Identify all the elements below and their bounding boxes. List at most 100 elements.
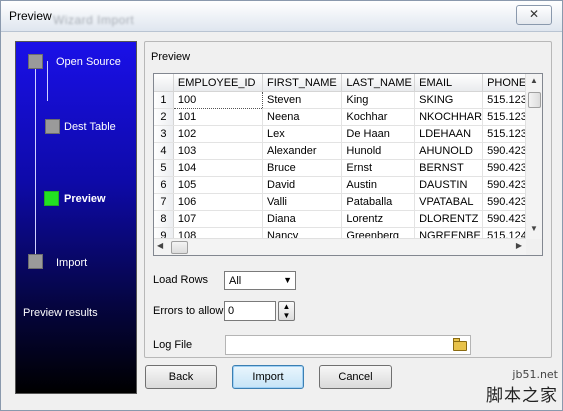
wizard-dialog: Preview Wizard Import ✕ Open Source Dest…: [0, 0, 563, 411]
table-header-row: EMPLOYEE_ID FIRST_NAME LAST_NAME EMAIL P…: [154, 74, 542, 92]
step-import-label: Import: [56, 257, 88, 269]
table-cell[interactable]: Hunold: [341, 142, 416, 160]
spin-up-icon[interactable]: ▲: [283, 302, 291, 311]
row-number: 3: [154, 125, 174, 143]
step-open-source-indicator: [28, 54, 43, 69]
window-title: Preview: [9, 9, 52, 23]
row-number-header: [154, 74, 174, 92]
table-cell[interactable]: 105: [173, 176, 264, 194]
table-row[interactable]: 5 104 Bruce Ernst BERNST 590.423: [154, 159, 542, 177]
table-row[interactable]: 6 105 David Austin DAUSTIN 590.423: [154, 176, 542, 194]
chevron-down-icon: ▼: [283, 275, 292, 285]
log-file-label: Log File: [153, 339, 193, 351]
errors-spinner-button[interactable]: ▲ ▼: [278, 301, 295, 321]
row-number: 6: [154, 176, 174, 194]
table-row[interactable]: 8 107 Diana Lorentz DLORENTZ 590.423: [154, 210, 542, 228]
table-cell[interactable]: 101: [173, 108, 264, 126]
table-cell[interactable]: King: [341, 91, 416, 109]
scroll-left-arrow-icon[interactable]: ◀: [157, 241, 163, 250]
table-cell[interactable]: Ernst: [341, 159, 416, 177]
table-row[interactable]: 4 103 Alexander Hunold AHUNOLD 590.423: [154, 142, 542, 160]
table-cell[interactable]: 107: [173, 210, 264, 228]
table-cell[interactable]: De Haan: [341, 125, 416, 143]
table-cell[interactable]: Valli: [262, 193, 343, 211]
browse-folder-button[interactable]: [452, 337, 469, 353]
step-dest-table-indicator: [45, 119, 60, 134]
horizontal-scroll-thumb[interactable]: [171, 241, 188, 254]
step-preview-indicator: [44, 191, 59, 206]
table-cell[interactable]: Neena: [262, 108, 343, 126]
table-row[interactable]: 2 101 Neena Kochhar NKOCHHAR 515.123: [154, 108, 542, 126]
table-cell[interactable]: DAUSTIN: [414, 176, 484, 194]
table-cell[interactable]: 102: [173, 125, 264, 143]
errors-to-allow-value: 0: [228, 305, 235, 317]
column-header[interactable]: FIRST_NAME: [262, 74, 343, 92]
row-number: 2: [154, 108, 174, 126]
watermark: jb51.net 脚本之家: [486, 368, 558, 406]
table-cell[interactable]: David: [262, 176, 343, 194]
table-cell[interactable]: LDEHAAN: [414, 125, 484, 143]
scroll-up-arrow-icon[interactable]: ▲: [530, 76, 538, 85]
preview-results-caption: Preview results: [23, 307, 98, 319]
close-button[interactable]: ✕: [516, 5, 552, 25]
table-cell[interactable]: Pataballa: [341, 193, 416, 211]
table-cell[interactable]: 100: [172, 91, 264, 109]
table-row[interactable]: 7 106 Valli Pataballa VPATABAL 590.423: [154, 193, 542, 211]
step-open-source-label: Open Source: [56, 56, 121, 68]
table-cell[interactable]: 103: [173, 142, 264, 160]
scroll-right-arrow-icon[interactable]: ▶: [516, 241, 522, 250]
load-rows-value: All: [229, 275, 242, 287]
step-preview-label: Preview: [64, 193, 106, 205]
column-header[interactable]: LAST_NAME: [341, 74, 416, 92]
vertical-scroll-thumb[interactable]: [528, 92, 541, 108]
table-cell[interactable]: DLORENTZ: [414, 210, 484, 228]
steps-connector: [35, 61, 36, 261]
step-import-indicator: [28, 254, 43, 269]
vertical-scrollbar[interactable]: ▲ ▼: [525, 74, 542, 239]
folder-icon: [453, 341, 467, 351]
preview-group-label: Preview: [151, 51, 191, 63]
scrollbar-corner: [526, 239, 542, 255]
steps-connector-inner: [47, 61, 48, 101]
table-cell[interactable]: BERNST: [414, 159, 484, 177]
table-cell[interactable]: NKOCHHAR: [414, 108, 484, 126]
scroll-down-arrow-icon[interactable]: ▼: [530, 224, 538, 233]
watermark-text: 脚本之家: [486, 386, 558, 406]
wizard-steps-panel: Open Source Dest Table Preview Import Pr…: [15, 41, 137, 394]
table-cell[interactable]: Steven: [262, 91, 343, 109]
errors-to-allow-label: Errors to allow: [153, 305, 224, 317]
table-cell[interactable]: SKING: [414, 91, 484, 109]
table-cell[interactable]: 104: [173, 159, 264, 177]
errors-to-allow-input[interactable]: 0: [224, 301, 276, 321]
table-cell[interactable]: Austin: [341, 176, 416, 194]
table-cell[interactable]: Alexander: [262, 142, 343, 160]
table-cell[interactable]: Bruce: [262, 159, 343, 177]
load-rows-select[interactable]: All ▼: [224, 271, 296, 290]
load-rows-label: Load Rows: [153, 274, 209, 286]
preview-grid[interactable]: EMPLOYEE_ID FIRST_NAME LAST_NAME EMAIL P…: [153, 73, 543, 256]
row-number: 5: [154, 159, 174, 177]
close-icon: ✕: [528, 7, 540, 21]
log-file-input[interactable]: [225, 335, 471, 355]
table-cell[interactable]: Kochhar: [341, 108, 416, 126]
table-cell[interactable]: AHUNOLD: [414, 142, 484, 160]
back-button[interactable]: Back: [145, 365, 217, 389]
background-window-title: Wizard Import: [53, 13, 135, 27]
row-number: 7: [154, 193, 174, 211]
table-cell[interactable]: Diana: [262, 210, 343, 228]
horizontal-scrollbar[interactable]: ◀ ▶: [154, 238, 526, 255]
spin-down-icon[interactable]: ▼: [283, 311, 291, 320]
import-button[interactable]: Import: [232, 365, 304, 389]
table-row[interactable]: 3 102 Lex De Haan LDEHAAN 515.123: [154, 125, 542, 143]
column-header[interactable]: EMPLOYEE_ID: [173, 74, 264, 92]
step-dest-table-label: Dest Table: [64, 121, 116, 133]
row-number: 1: [154, 91, 174, 109]
table-cell[interactable]: VPATABAL: [414, 193, 484, 211]
table-row[interactable]: 1 100 Steven King SKING 515.123: [154, 91, 542, 109]
column-header[interactable]: EMAIL: [414, 74, 484, 92]
table-cell[interactable]: 106: [173, 193, 264, 211]
table-cell[interactable]: Lex: [262, 125, 343, 143]
table-cell[interactable]: Lorentz: [341, 210, 416, 228]
cancel-button[interactable]: Cancel: [319, 365, 392, 389]
title-bar: Preview Wizard Import ✕: [1, 1, 562, 32]
